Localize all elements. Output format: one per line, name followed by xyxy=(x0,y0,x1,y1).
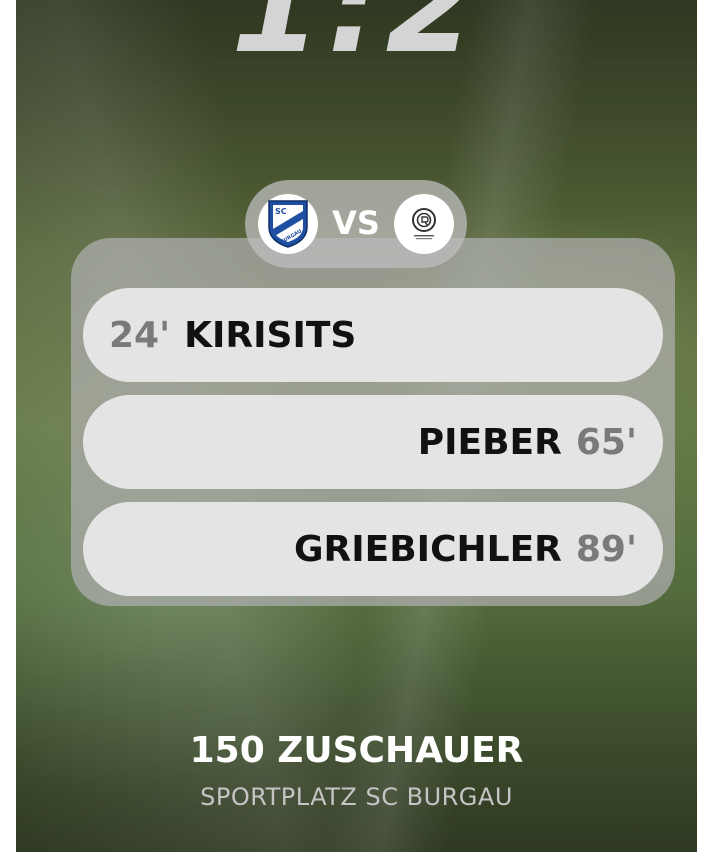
vs-label: VS xyxy=(332,204,380,242)
sc-burgau-crest-icon: SC BURGAU xyxy=(268,200,308,248)
goal-row: GRIEBICHLER 89' xyxy=(83,502,663,596)
teams-pill: SC BURGAU VS xyxy=(245,180,467,268)
goal-scorer: PIEBER xyxy=(417,421,562,463)
goal-row: 24' KIRISITS xyxy=(83,288,663,382)
goal-minute: 65' xyxy=(575,421,637,463)
home-team-logo: SC BURGAU xyxy=(258,194,318,254)
match-graphic-background: 1:2 SC BURGAU VS 24' KIRISITS PIEBER 65'… xyxy=(16,0,697,852)
venue-name: SPORTPLATZ SC BURGAU xyxy=(200,783,513,811)
gr-club-crest-icon xyxy=(412,208,436,240)
goals-panel: 24' KIRISITS PIEBER 65' GRIEBICHLER 89' xyxy=(71,238,675,606)
goal-scorer: KIRISITS xyxy=(184,314,357,356)
goal-minute: 89' xyxy=(575,528,637,570)
goal-row: PIEBER 65' xyxy=(83,395,663,489)
attendance-count: 150 ZUSCHAUER xyxy=(189,730,524,771)
goal-minute: 24' xyxy=(109,314,171,356)
svg-text:SC: SC xyxy=(275,207,287,216)
goal-scorer: GRIEBICHLER xyxy=(293,528,562,570)
away-team-logo xyxy=(394,194,454,254)
final-score: 1:2 xyxy=(231,0,482,82)
